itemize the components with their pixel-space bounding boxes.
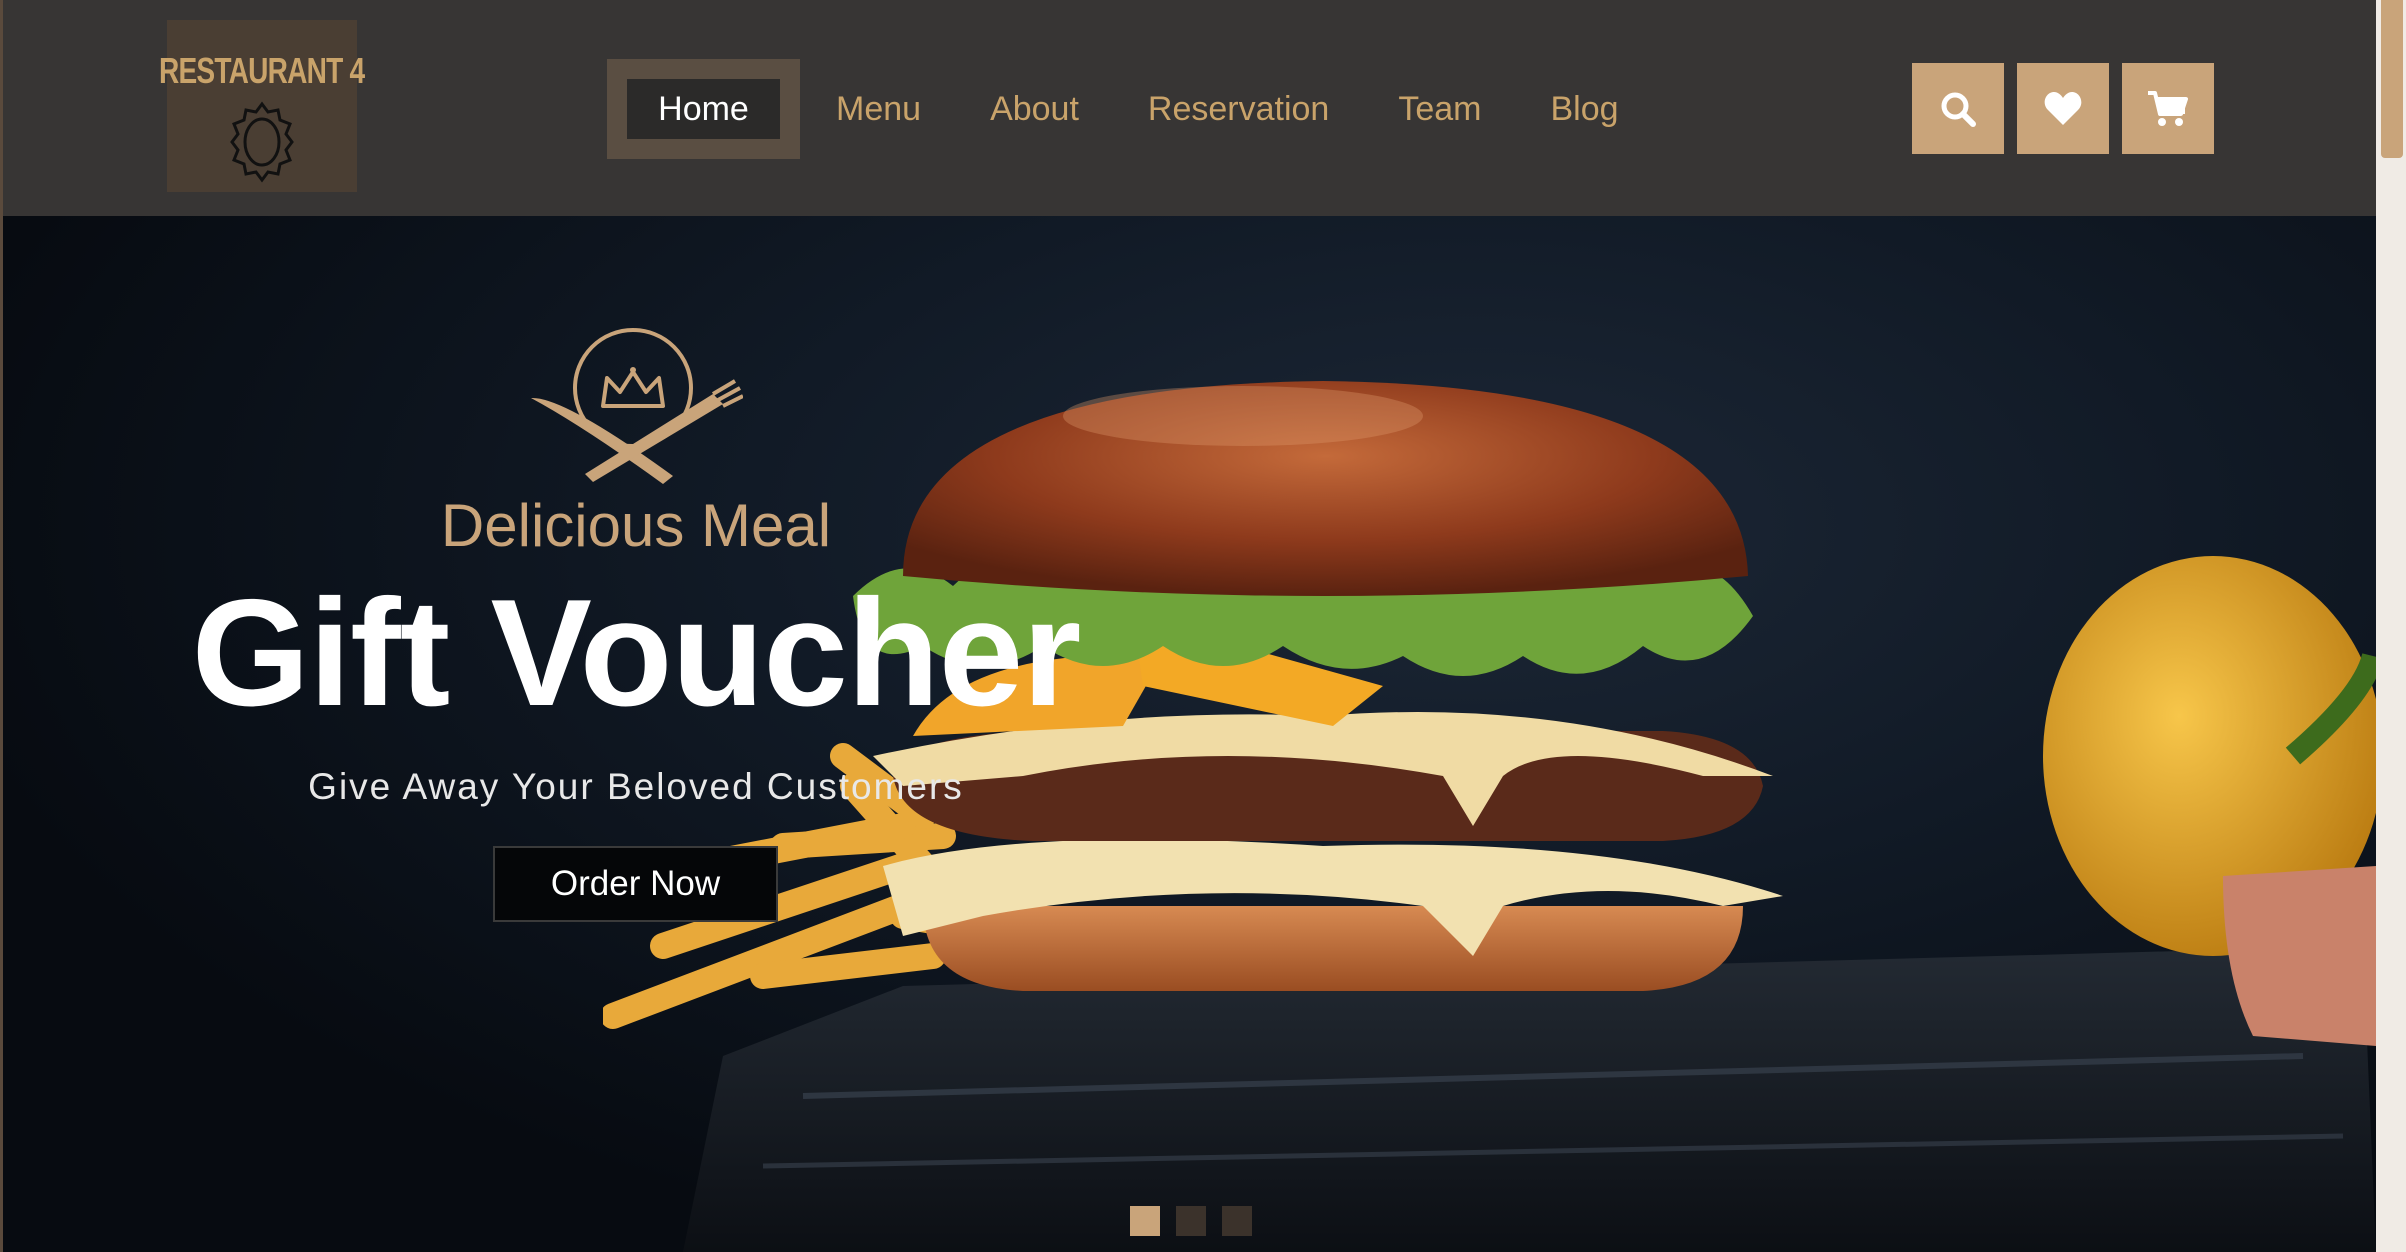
- hero-title: Gift Voucher: [191, 568, 1082, 738]
- slider-dot-1[interactable]: [1130, 1206, 1160, 1236]
- slider-dots: [1130, 1206, 1252, 1236]
- hero-banner: Delicious Meal Gift Voucher Give Away Yo…: [3, 216, 2376, 1252]
- nav-item-home[interactable]: Home: [607, 59, 800, 159]
- site-header: RESTAURANT 4 Home Menu About Reservation…: [0, 0, 2406, 216]
- search-icon: [1941, 92, 1976, 127]
- nav-item-blog[interactable]: Blog: [1550, 90, 1618, 129]
- hero-tagline: Give Away Your Beloved Customers: [308, 766, 964, 807]
- heart-icon: [2044, 91, 2082, 125]
- slider-dot-3[interactable]: [1222, 1206, 1252, 1236]
- logo-text: RESTAURANT 4: [159, 50, 365, 91]
- cart-icon: [2148, 90, 2188, 126]
- search-button[interactable]: [1912, 63, 2004, 154]
- nav-item-team[interactable]: Team: [1398, 90, 1481, 129]
- crown-cutlery-icon: [531, 328, 743, 484]
- slider-dot-2[interactable]: [1176, 1206, 1206, 1236]
- wishlist-button[interactable]: [2017, 63, 2109, 154]
- site-logo[interactable]: RESTAURANT 4: [159, 20, 365, 192]
- main-nav: Home Menu About Reservation Team Blog: [607, 58, 1619, 160]
- page: RESTAURANT 4 Home Menu About Reservation…: [0, 0, 2406, 1252]
- scrollbar-thumb[interactable]: [2381, 0, 2403, 158]
- order-now-button[interactable]: Order Now: [493, 846, 778, 922]
- window-edge: [0, 0, 3, 1252]
- hero-subtitle: Delicious Meal: [440, 492, 832, 559]
- nav-item-menu[interactable]: Menu: [836, 90, 921, 129]
- logo-emblem-icon: [230, 101, 294, 183]
- scrollbar-track[interactable]: [2376, 0, 2406, 1252]
- nav-item-reservation[interactable]: Reservation: [1148, 90, 1329, 129]
- nav-item-about[interactable]: About: [990, 90, 1079, 129]
- cart-button[interactable]: [2122, 63, 2214, 154]
- hero-text-block: Delicious Meal Gift Voucher Give Away Yo…: [3, 216, 1273, 1252]
